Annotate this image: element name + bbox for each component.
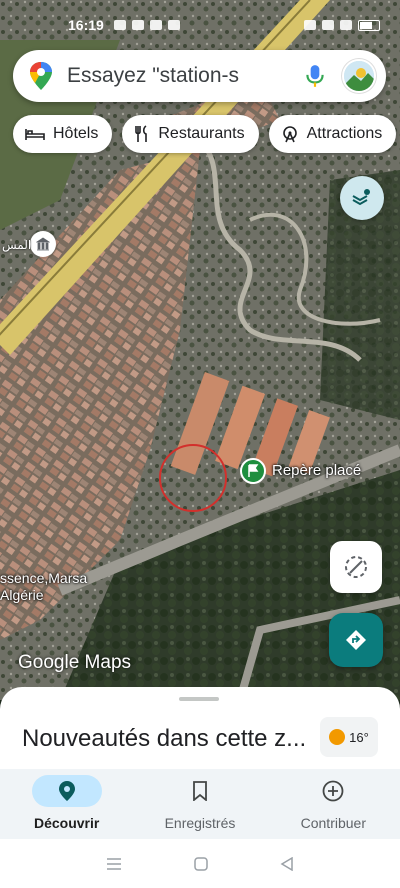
placed-marker[interactable] — [240, 458, 266, 484]
nav-explore-pill — [31, 775, 102, 807]
sheet-title: Nouveautés dans cette z... — [22, 725, 307, 752]
chip-label: Hôtels — [53, 125, 99, 142]
message-icon — [113, 20, 126, 30]
sun-icon — [329, 729, 346, 745]
wifi-icon — [340, 20, 352, 30]
place-label-line2: Algérie — [0, 587, 44, 603]
marker-label: Repère placé — [272, 462, 362, 479]
poi-museum-label: المس — [2, 238, 32, 252]
layers-button[interactable] — [340, 176, 384, 220]
mic-icon[interactable] — [302, 63, 328, 89]
ferris-wheel-icon — [282, 126, 297, 143]
system-navigation — [0, 839, 400, 888]
search-bar[interactable]: Essayez "station-s — [13, 50, 386, 102]
chat-icon — [131, 20, 144, 30]
avatar-image — [344, 61, 374, 91]
chip-restaurants[interactable]: Restaurants — [122, 115, 259, 153]
battery-icon — [358, 19, 380, 31]
youtube-icon — [149, 20, 162, 30]
notification-icons — [113, 20, 180, 30]
flag-icon — [248, 464, 259, 477]
alarm-icon — [304, 20, 316, 30]
place-label: ssence,Marsa Algérie — [0, 570, 87, 604]
chip-label: Restaurants — [158, 125, 245, 142]
signal-icon — [322, 20, 334, 30]
add-circle-icon — [322, 780, 344, 802]
bottom-navigation: Découvrir Enregistrés Contribuer — [0, 769, 400, 839]
directions-button[interactable] — [329, 613, 383, 667]
chip-hotels[interactable]: Hôtels — [13, 115, 113, 153]
museum-icon — [36, 237, 50, 251]
search-input[interactable]: Essayez "station-s — [67, 64, 302, 88]
nav-label: Enregistrés — [164, 815, 236, 831]
nav-label: Découvrir — [33, 815, 100, 831]
weather-badge[interactable]: 16° — [320, 717, 378, 757]
status-time: 16:19 — [68, 17, 104, 33]
location-button[interactable] — [330, 541, 382, 593]
system-icons — [304, 19, 380, 31]
location-pin-icon — [58, 781, 75, 801]
mail-icon — [167, 20, 180, 30]
nav-contribute[interactable]: Contribuer — [267, 769, 400, 839]
nav-saved[interactable]: Enregistrés — [133, 769, 266, 839]
drag-handle[interactable] — [179, 697, 219, 701]
chip-attractions[interactable]: Attractions — [268, 115, 397, 153]
google-maps-logo: Google Maps — [18, 652, 132, 673]
google-maps-pin-icon — [30, 62, 52, 90]
category-chips: Hôtels Restaurants Attractions — [13, 115, 397, 153]
home-icon[interactable] — [194, 856, 208, 871]
explore-sheet[interactable]: Nouveautés dans cette z... 16° — [0, 687, 400, 769]
directions-icon — [346, 630, 366, 650]
back-icon[interactable] — [280, 856, 294, 871]
nav-label: Contribuer — [300, 815, 366, 831]
status-bar: 16:19 — [0, 0, 400, 50]
chip-label: Attractions — [306, 125, 383, 142]
place-label-line1: ssence,Marsa — [0, 570, 88, 586]
temperature: 16° — [349, 729, 369, 745]
avatar[interactable] — [342, 59, 376, 93]
nav-saved-pill — [165, 775, 235, 807]
layers-icon — [352, 189, 370, 206]
location-crosshair-icon — [345, 556, 367, 578]
bookmark-icon — [193, 781, 207, 801]
bed-icon — [25, 129, 45, 140]
nav-explore[interactable]: Découvrir — [0, 769, 133, 839]
poi-museum-marker[interactable] — [30, 231, 56, 257]
nav-contribute-pill — [298, 775, 368, 807]
fork-knife-icon — [135, 125, 148, 142]
menu-icon[interactable] — [106, 857, 122, 870]
